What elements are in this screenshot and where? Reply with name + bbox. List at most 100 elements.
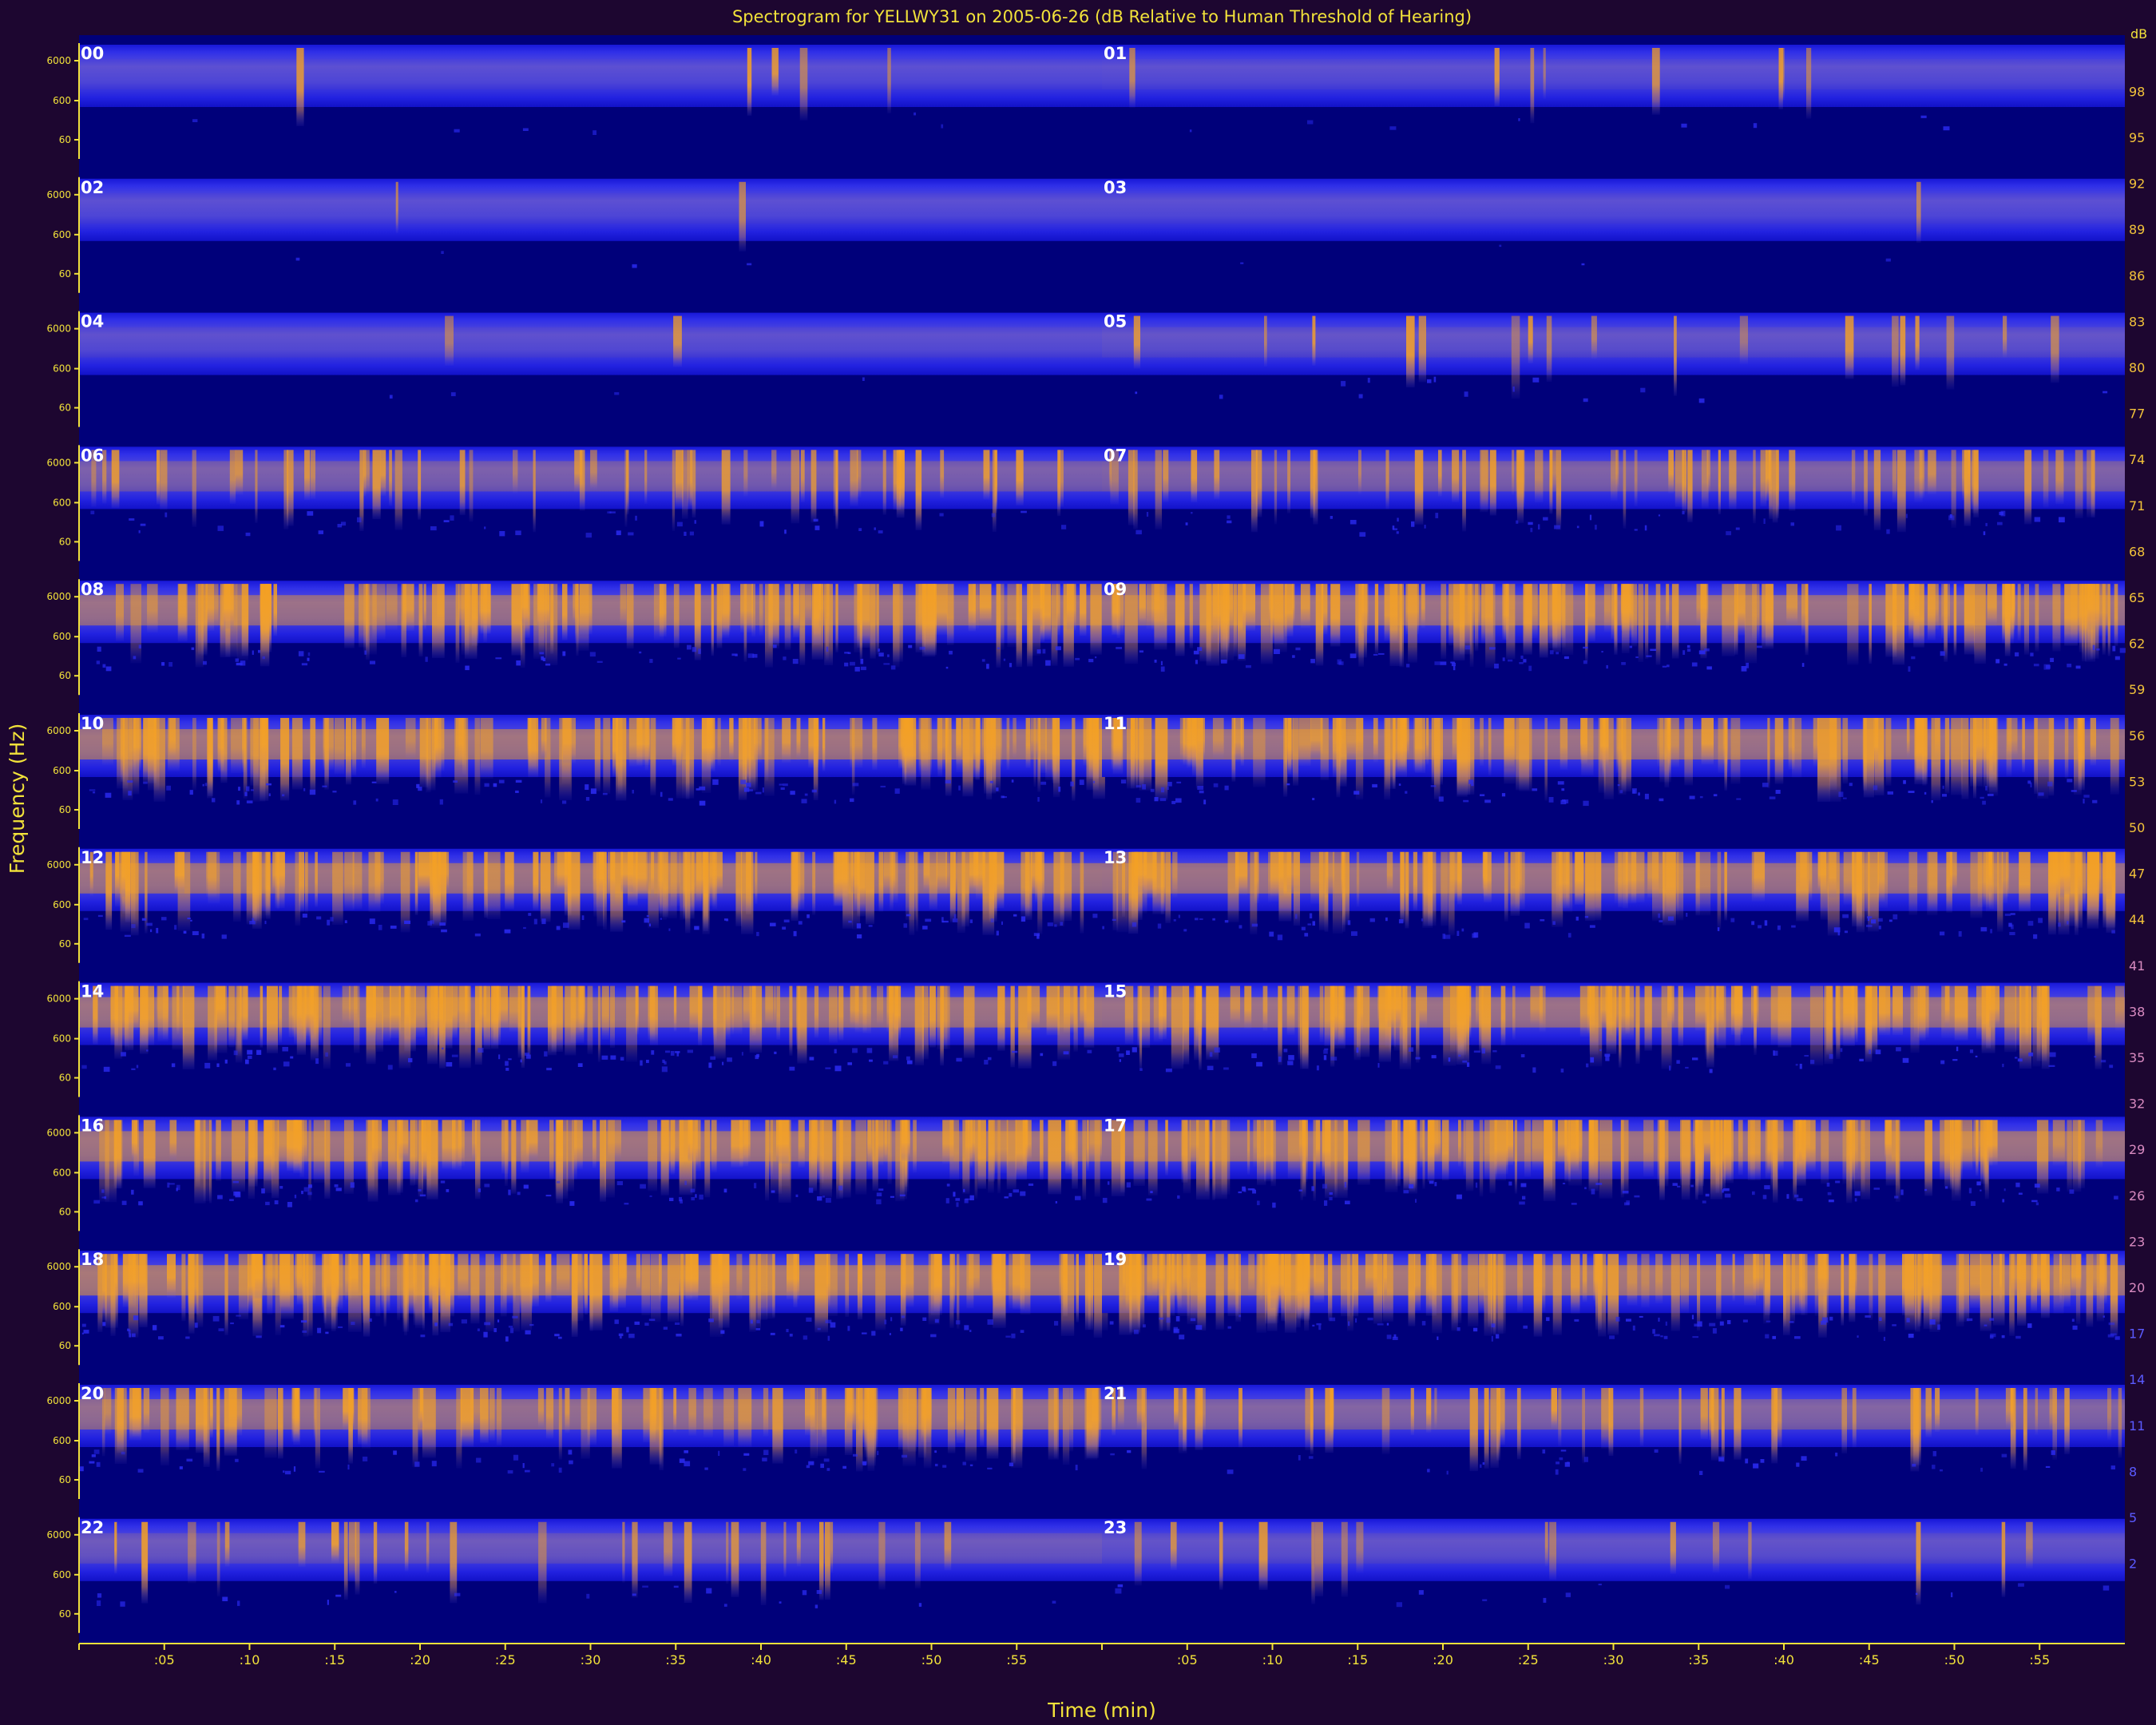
sound-burst: [233, 851, 241, 922]
sound-burst: [1666, 584, 1670, 630]
sound-burst: [2064, 584, 2078, 646]
noise-speckle: [104, 1196, 107, 1200]
noise-speckle: [687, 1049, 693, 1053]
noise-speckle: [1867, 918, 1870, 922]
frequency-axis: 600060060: [46, 847, 80, 963]
hour-label: 11: [1104, 714, 1127, 733]
sound-burst: [992, 450, 997, 533]
noise-speckle: [303, 787, 306, 791]
sound-burst: [979, 584, 992, 626]
noise-speckle: [1906, 1318, 1910, 1322]
sound-burst: [1751, 985, 1759, 1030]
noise-speckle: [850, 798, 854, 803]
sound-burst: [893, 584, 900, 668]
sound-burst: [115, 851, 120, 895]
noise-speckle: [1764, 920, 1768, 926]
sound-burst: [491, 985, 499, 1049]
sound-burst: [862, 985, 871, 1033]
colorbar-tick-label: 5: [2129, 1510, 2137, 1525]
noise-speckle: [628, 532, 634, 536]
noise-speckle: [1902, 1057, 1909, 1063]
noise-speckle: [1699, 795, 1703, 799]
sound-burst: [1770, 985, 1778, 1045]
noise-speckle: [1438, 796, 1444, 802]
noise-speckle: [1757, 645, 1762, 648]
noise-speckle: [394, 1591, 397, 1593]
noise-speckle: [1563, 1183, 1566, 1184]
noise-speckle: [498, 779, 505, 783]
noise-speckle: [1682, 510, 1685, 515]
noise-speckle: [1199, 790, 1204, 794]
sound-burst: [772, 1254, 775, 1318]
sound-burst: [1753, 450, 1756, 524]
time-tick-label: :35: [665, 1652, 686, 1668]
sound-burst: [1864, 450, 1868, 516]
hour-label: 02: [81, 178, 104, 197]
noise-speckle: [1386, 1322, 1389, 1326]
sound-burst: [1448, 851, 1455, 936]
noise-speckle: [1583, 646, 1588, 649]
noise-speckle: [1146, 512, 1149, 517]
sound-burst: [937, 718, 942, 777]
sound-burst: [444, 985, 453, 1049]
noise-speckle: [649, 659, 653, 664]
noise-speckle: [525, 1469, 530, 1473]
noise-speckle: [1294, 914, 1298, 919]
sound-burst: [1917, 1254, 1922, 1326]
noise-speckle: [789, 1066, 795, 1071]
sound-burst: [192, 718, 196, 791]
noise-speckle: [1277, 934, 1283, 941]
noise-speckle: [1985, 522, 1988, 526]
sound-burst: [1386, 851, 1393, 894]
sound-burst: [1015, 1120, 1027, 1180]
noise-speckle: [1166, 1317, 1171, 1323]
sound-burst: [1504, 718, 1516, 784]
noise-speckle: [955, 1320, 961, 1325]
noise-speckle: [621, 920, 626, 923]
sound-burst: [1268, 851, 1271, 902]
noise-speckle: [616, 530, 621, 536]
noise-speckle: [346, 1063, 351, 1067]
noise-speckle: [1762, 1195, 1767, 1200]
sound-burst: [1385, 450, 1389, 510]
noise-speckle: [2033, 664, 2039, 667]
sound-burst: [419, 718, 429, 787]
sound-burst: [1992, 1254, 2005, 1326]
noise-speckle: [1552, 921, 1556, 925]
noise-speckle: [1310, 659, 1315, 664]
sound-burst: [1877, 851, 1888, 908]
noise-speckle: [1491, 1335, 1493, 1342]
noise-speckle: [203, 660, 207, 665]
frequency-tick-label: 600: [53, 631, 71, 642]
sound-burst: [2075, 450, 2083, 518]
noise-speckle: [129, 1333, 131, 1338]
noise-speckle: [586, 1593, 590, 1599]
noise-speckle: [443, 520, 450, 522]
noise-speckle: [1560, 1449, 1567, 1452]
noise-speckle: [1001, 921, 1003, 926]
noise-speckle: [1730, 918, 1735, 922]
sound-burst: [521, 1120, 529, 1173]
hour-label: 05: [1104, 312, 1127, 331]
sound-burst: [870, 584, 876, 659]
sound-burst: [1964, 584, 1975, 655]
noise-speckle: [1207, 1065, 1214, 1070]
noise-speckle: [1632, 1325, 1635, 1331]
sound-burst: [829, 985, 838, 1043]
noise-speckle: [1990, 1333, 1996, 1338]
noise-speckle: [265, 1201, 270, 1206]
sound-burst: [116, 584, 124, 641]
sound-burst: [1941, 584, 1950, 639]
noise-speckle: [1690, 1184, 1694, 1188]
sound-burst: [973, 718, 980, 779]
sound-burst: [1007, 584, 1020, 648]
sound-burst: [1230, 985, 1240, 1026]
noise-speckle: [2033, 934, 2038, 939]
noise-speckle: [803, 1335, 808, 1340]
sound-burst: [962, 718, 973, 797]
noise-speckle: [89, 1461, 95, 1464]
noise-speckle: [1528, 521, 1533, 525]
sound-burst: [1680, 1120, 1691, 1186]
sound-burst: [703, 851, 708, 931]
sound-burst: [422, 1388, 436, 1458]
